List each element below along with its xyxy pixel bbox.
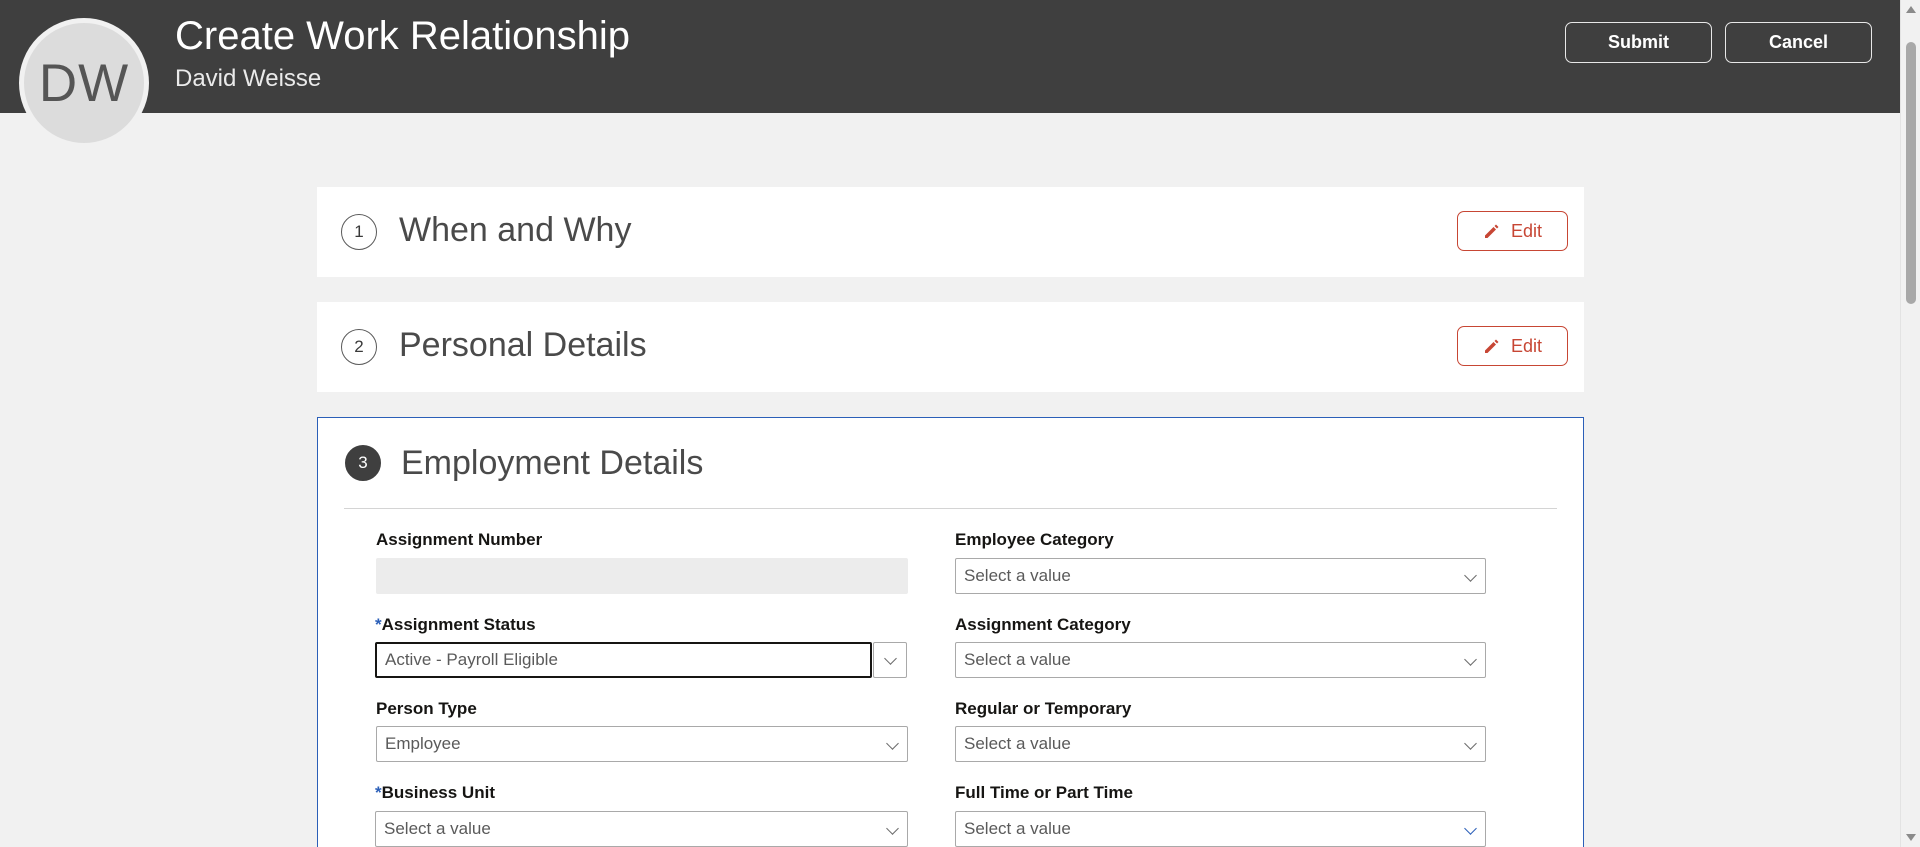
chevron-down-icon: [1464, 737, 1477, 750]
page-header: Create Work Relationship David Weisse Su…: [0, 0, 1900, 113]
assignment-number-field: [376, 558, 908, 594]
chevron-down-icon: [1464, 822, 1477, 835]
person-name: David Weisse: [175, 65, 322, 92]
required-marker: *: [375, 783, 382, 802]
step-title: Employment Details: [401, 444, 704, 482]
step-number: 2: [341, 329, 377, 365]
assignment-status-input[interactable]: Active - Payroll Eligible: [375, 642, 872, 678]
edit-label: Edit: [1510, 335, 1543, 356]
avatar: DW: [19, 18, 149, 148]
scroll-thumb[interactable]: [1906, 42, 1916, 304]
employee-category-label: Employee Category: [955, 530, 1114, 549]
step-number: 1: [341, 214, 377, 250]
submit-button[interactable]: Submit: [1565, 22, 1712, 63]
step-when-and-why: 1 When and Why Edit: [317, 187, 1584, 277]
step-personal-details: 2 Personal Details Edit: [317, 302, 1584, 392]
step-employment-details: 3 Employment Details Assignment Number *…: [317, 417, 1584, 847]
regular-or-temporary-label: Regular or Temporary: [955, 699, 1132, 718]
edit-personal-details-button[interactable]: Edit: [1457, 326, 1568, 366]
chevron-down-icon: [884, 652, 897, 665]
person-type-select[interactable]: Employee: [376, 726, 908, 762]
chevron-down-icon: [1464, 653, 1477, 666]
step-number: 3: [345, 445, 381, 481]
edit-when-and-why-button[interactable]: Edit: [1457, 211, 1568, 251]
full-time-or-part-time-select[interactable]: Select a value: [955, 811, 1486, 847]
assignment-status-label: *Assignment Status: [375, 615, 536, 634]
edit-label: Edit: [1510, 220, 1543, 241]
employee-category-select[interactable]: Select a value: [955, 558, 1486, 594]
required-marker: *: [375, 615, 382, 634]
regular-or-temporary-select[interactable]: Select a value: [955, 726, 1486, 762]
assignment-category-label: Assignment Category: [955, 615, 1131, 634]
assignment-number-label: Assignment Number: [376, 530, 543, 549]
chevron-down-icon: [886, 822, 899, 835]
vertical-scrollbar[interactable]: [1900, 0, 1920, 847]
scroll-down-arrow-icon[interactable]: [1906, 834, 1916, 841]
chevron-down-icon: [886, 737, 899, 750]
full-time-or-part-time-label: Full Time or Part Time: [955, 783, 1133, 802]
pencil-icon: [1484, 339, 1499, 353]
business-unit-select[interactable]: Select a value: [375, 811, 908, 847]
scroll-up-arrow-icon[interactable]: [1906, 6, 1916, 13]
page-title: Create Work Relationship: [175, 14, 631, 58]
cancel-button[interactable]: Cancel: [1725, 22, 1872, 63]
section-divider: [344, 508, 1557, 509]
business-unit-label: *Business Unit: [375, 783, 495, 802]
pencil-icon: [1484, 224, 1499, 238]
step-title: When and Why: [399, 211, 632, 249]
assignment-category-select[interactable]: Select a value: [955, 642, 1486, 678]
assignment-status-dropdown[interactable]: [873, 642, 907, 678]
chevron-down-icon: [1464, 569, 1477, 582]
step-title: Personal Details: [399, 326, 647, 364]
person-type-label: Person Type: [376, 699, 477, 718]
